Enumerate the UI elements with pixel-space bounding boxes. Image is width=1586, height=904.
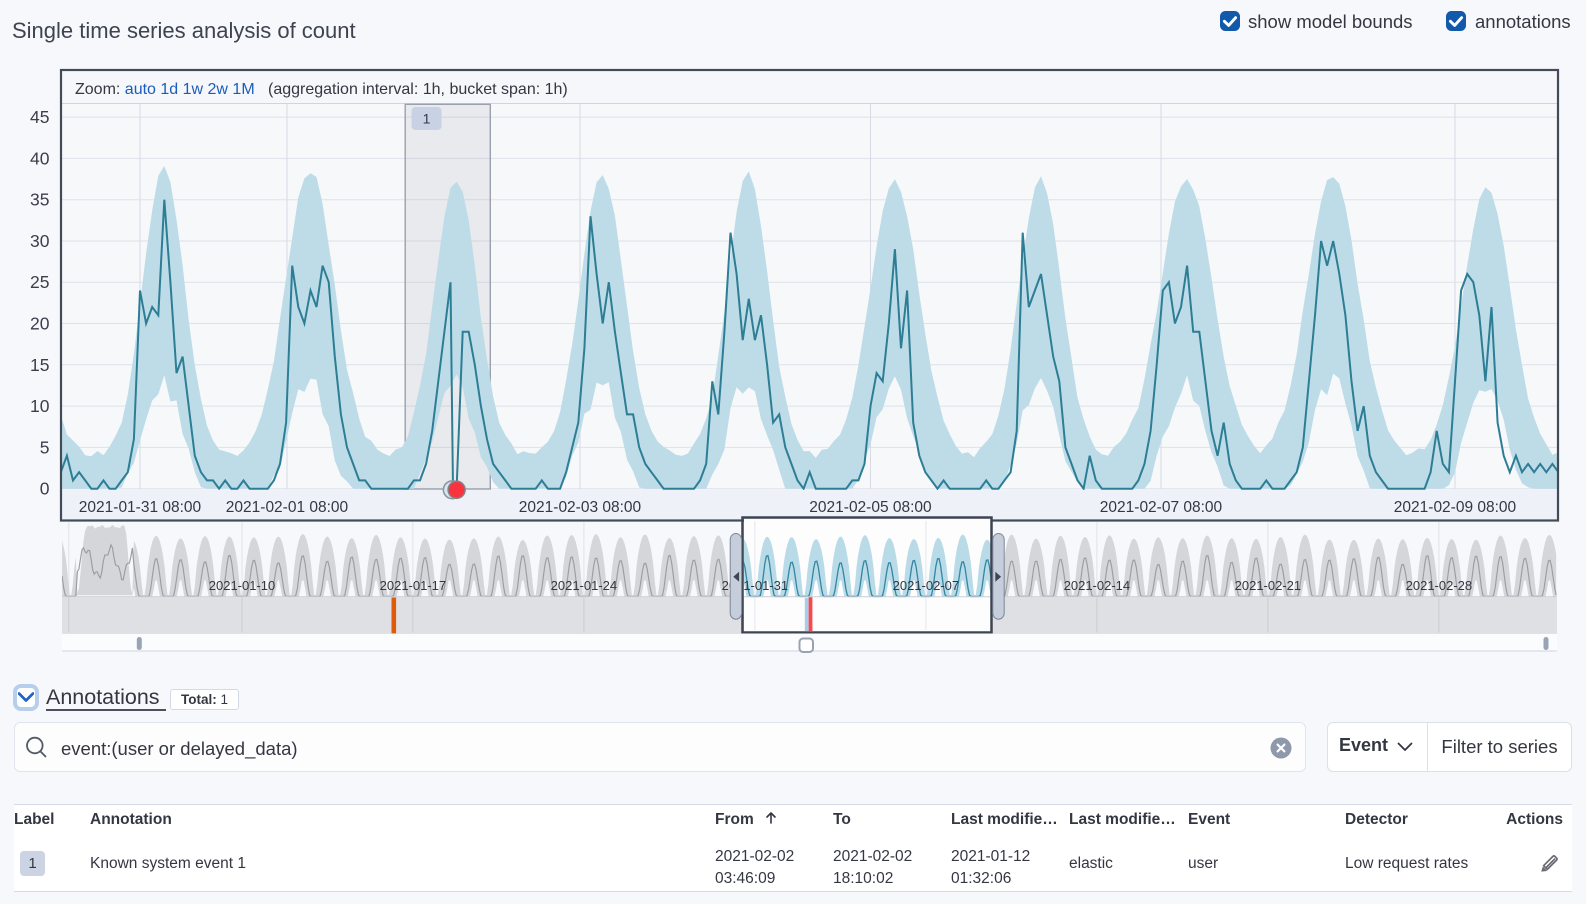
svg-text:2021-02-14: 2021-02-14: [1064, 578, 1131, 593]
svg-text:40: 40: [30, 148, 50, 168]
svg-text:45: 45: [30, 107, 49, 127]
svg-text:2021-01-17: 2021-01-17: [380, 578, 447, 593]
svg-text:2021-01-10: 2021-01-10: [209, 578, 276, 593]
svg-text:2021-02-07 08:00: 2021-02-07 08:00: [1100, 499, 1223, 516]
svg-text:15: 15: [30, 355, 49, 375]
svg-text:20: 20: [30, 314, 50, 334]
svg-text:2021-02-21: 2021-02-21: [1235, 578, 1302, 593]
svg-text:2021-02-01 08:00: 2021-02-01 08:00: [226, 499, 349, 516]
svg-text:35: 35: [30, 190, 49, 210]
svg-text:25: 25: [30, 272, 49, 292]
svg-text:1: 1: [423, 111, 431, 127]
svg-text:2021-02-05 08:00: 2021-02-05 08:00: [809, 499, 932, 516]
svg-text:Zoom: auto 1d 1w 2w 1M (aggr: Zoom: auto 1d 1w 2w 1M (aggregation inte…: [75, 81, 568, 98]
svg-text:30: 30: [30, 231, 50, 251]
svg-text:2021-01-31 08:00: 2021-01-31 08:00: [79, 499, 202, 516]
svg-text:2021-02-28: 2021-02-28: [1406, 578, 1473, 593]
svg-text:0: 0: [40, 479, 50, 499]
svg-text:2021-02-07: 2021-02-07: [893, 578, 960, 593]
svg-text:2021-01-24: 2021-01-24: [551, 578, 618, 593]
svg-text:5: 5: [40, 437, 50, 457]
svg-text:2021-02-09 08:00: 2021-02-09 08:00: [1394, 499, 1517, 516]
svg-text:10: 10: [30, 396, 50, 416]
svg-text:2021-02-03 08:00: 2021-02-03 08:00: [519, 499, 642, 516]
